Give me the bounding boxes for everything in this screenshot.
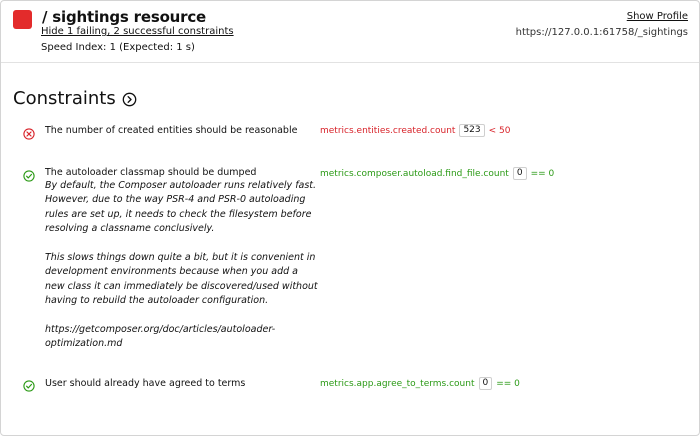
- show-profile-link[interactable]: Show Profile: [627, 11, 688, 22]
- constraint-description: By default, the Composer autoloader runs…: [45, 179, 320, 352]
- metric-comparison: == 0: [530, 168, 555, 179]
- report-header: / sightings resource Hide 1 failing, 2 s…: [1, 1, 699, 63]
- report-panel: / sightings resource Hide 1 failing, 2 s…: [0, 0, 700, 436]
- metric-name: metrics.entities.created.count: [320, 125, 456, 136]
- section-title-text: Constraints: [13, 88, 116, 109]
- metric-comparison: < 50: [488, 125, 511, 136]
- constraint-label: User should already have agreed to terms: [45, 378, 246, 389]
- metric-value: 0: [478, 377, 493, 390]
- description-paragraph: This slows things down quite a bit, but …: [45, 252, 318, 307]
- constraint-metric: metrics.entities.created.count 523 < 50: [320, 124, 511, 137]
- metric-name: metrics.composer.autoload.find_file.coun…: [320, 168, 509, 179]
- check-circle-icon: [23, 377, 35, 392]
- toggle-constraints-link[interactable]: Hide 1 failing, 2 successful constraints: [41, 26, 234, 37]
- metric-name: metrics.app.agree_to_terms.count: [320, 378, 475, 389]
- constraint-label: The autoloader classmap should be dumped: [45, 167, 257, 178]
- arrow-right-circle-icon[interactable]: [122, 91, 137, 107]
- status-indicator: [13, 10, 32, 29]
- constraint-metric: metrics.app.agree_to_terms.count 0 == 0: [320, 377, 520, 390]
- metric-value: 523: [459, 124, 485, 137]
- metric-value: 0: [512, 167, 527, 180]
- description-link: https://getcomposer.org/doc/articles/aut…: [45, 324, 276, 350]
- resource-url: https://127.0.0.1:61758/_sightings: [515, 27, 688, 38]
- constraint-label: The number of created entities should be…: [45, 125, 298, 136]
- x-circle-icon: [23, 125, 35, 140]
- constraint-metric: metrics.composer.autoload.find_file.coun…: [320, 167, 554, 180]
- metric-comparison: == 0: [496, 378, 520, 389]
- check-circle-icon: [23, 167, 35, 182]
- speed-index: Speed Index: 1 (Expected: 1 s): [41, 42, 195, 53]
- description-paragraph: By default, the Composer autoloader runs…: [45, 180, 317, 235]
- section-title: Constraints: [13, 88, 137, 109]
- page-title: / sightings resource: [42, 8, 207, 26]
